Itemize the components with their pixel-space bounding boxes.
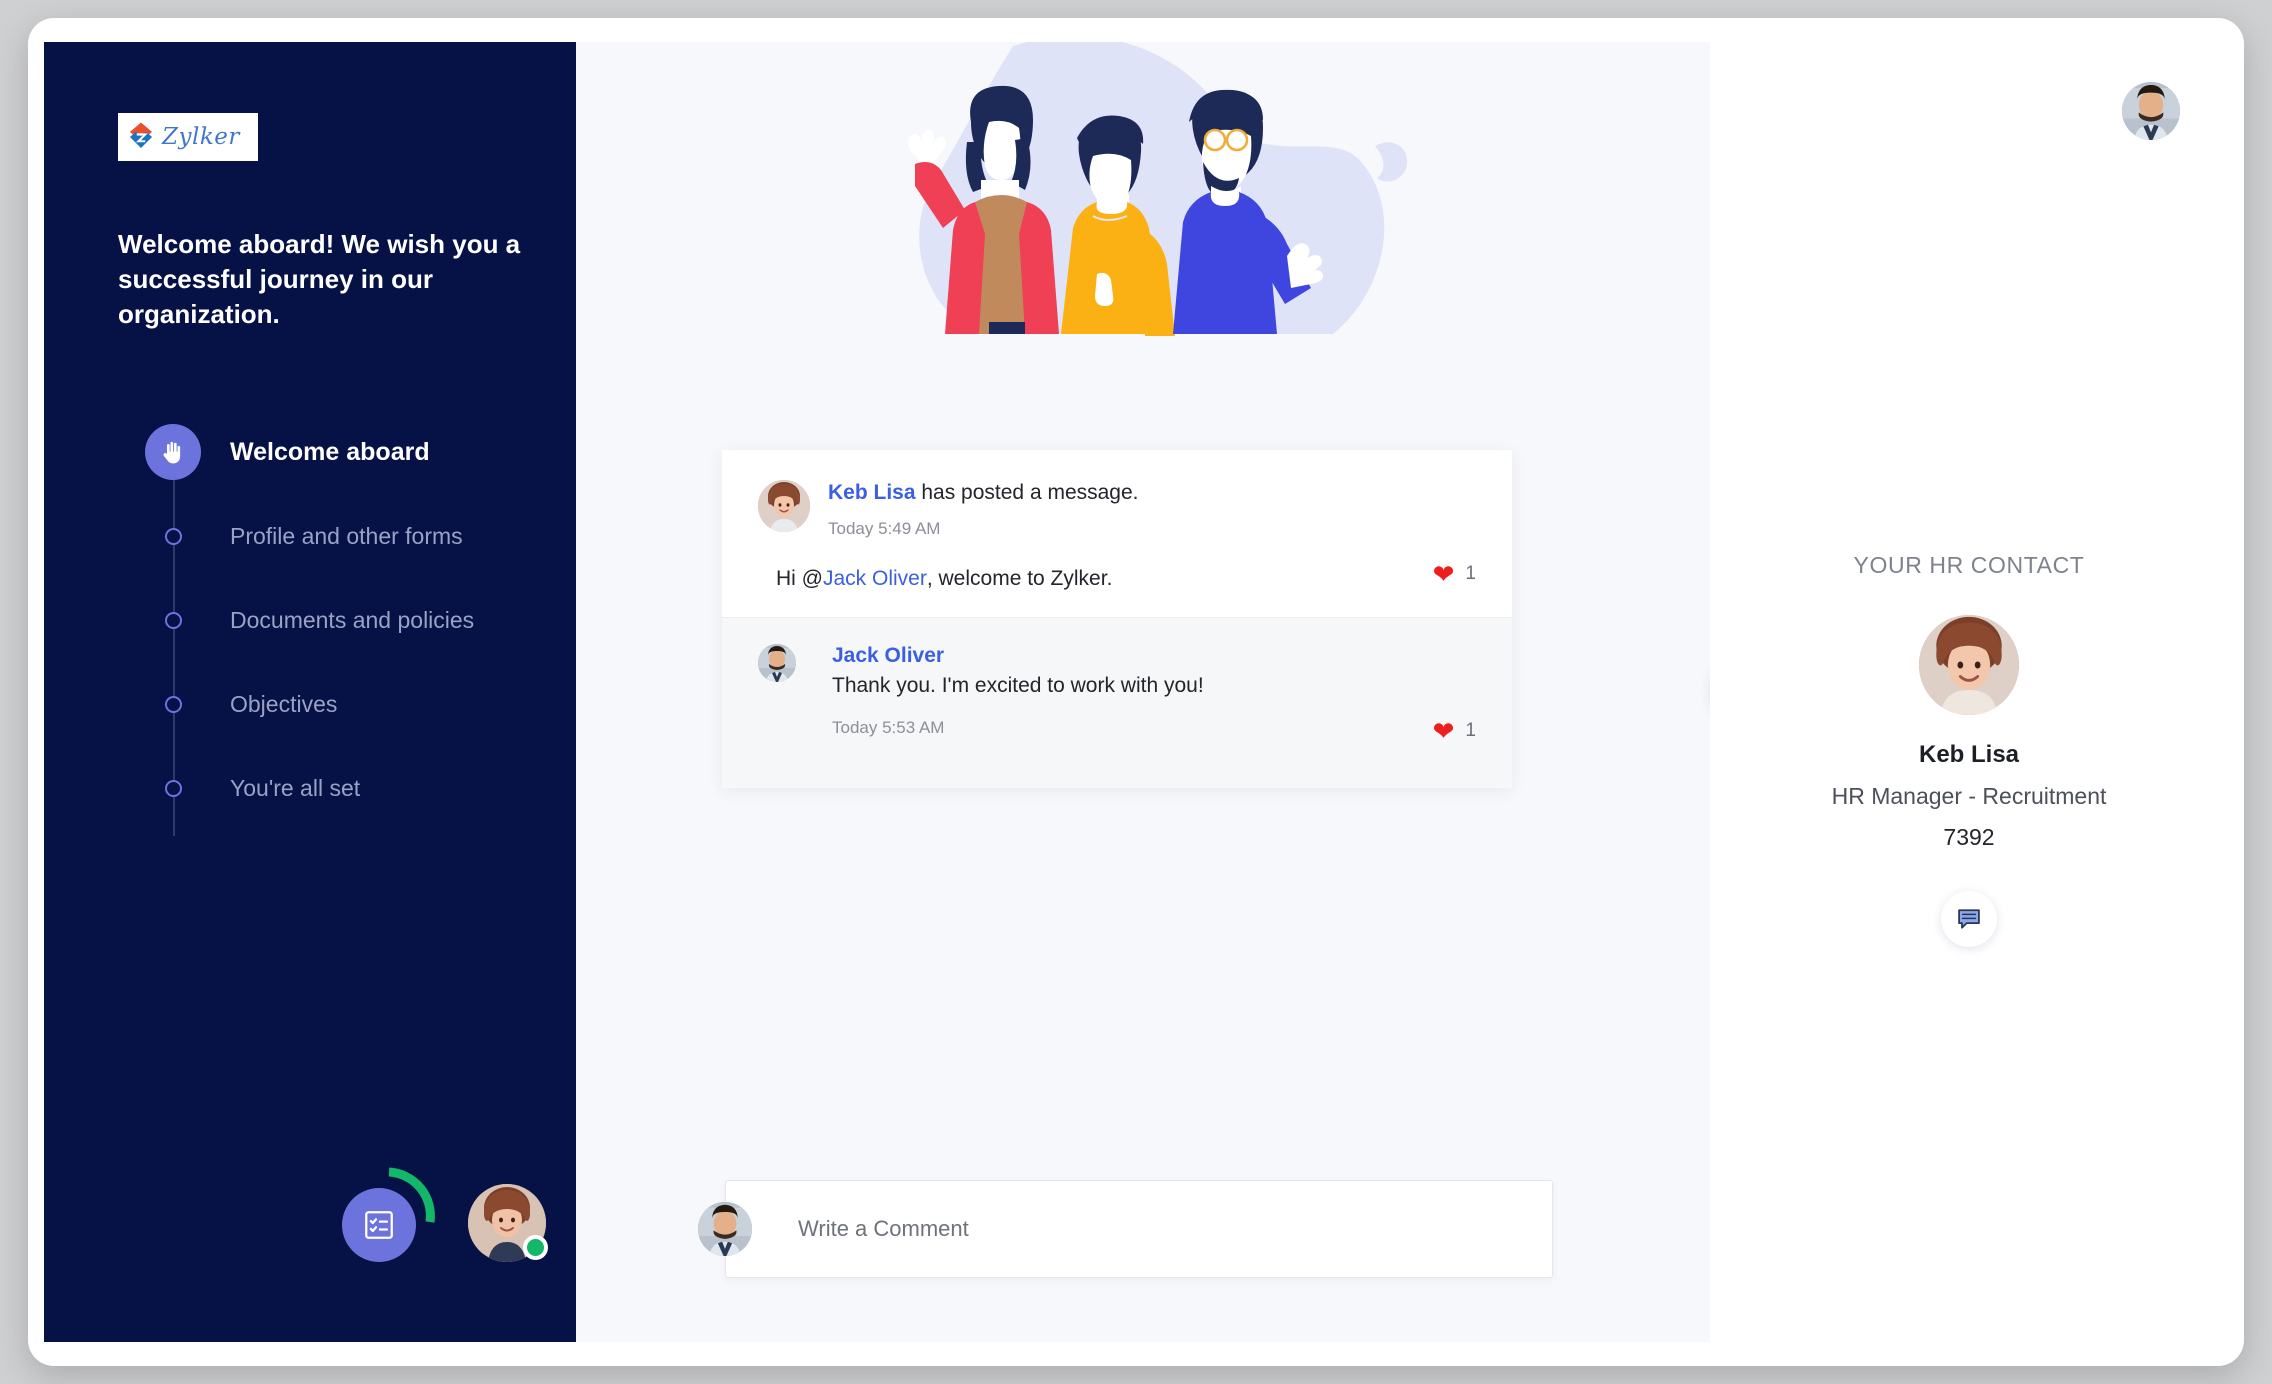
hr-contact-role: HR Manager - Recruitment	[1831, 783, 2107, 809]
reaction-count: 1	[1465, 563, 1476, 585]
right-panel: YOUR HR CONTACT Keb Lisa HR Manager - Re…	[1710, 42, 2228, 1342]
hr-contact-extension: 7392	[1943, 824, 1995, 850]
app-root: Zylker Welcome aboard! We wish you a suc…	[44, 42, 2228, 1342]
chat-bubble-icon[interactable]	[1941, 891, 1997, 947]
hr-contact-name: Keb Lisa	[1918, 741, 2020, 768]
main-content: Keb Lisa has posted a message. Today 5:4…	[576, 42, 1785, 1342]
app-window: Zylker Welcome aboard! We wish you a suc…	[28, 18, 2244, 1366]
avatar	[758, 480, 810, 532]
step-marker	[118, 695, 230, 713]
message-header: Jack Oliver Thank you. I'm excited to wo…	[758, 644, 1476, 738]
message-item: Jack Oliver Thank you. I'm excited to wo…	[722, 617, 1512, 789]
sidebar-item-documents-and-policies[interactable]: Documents and policies	[118, 578, 538, 662]
sidebar: Zylker Welcome aboard! We wish you a suc…	[44, 42, 576, 1342]
step-marker	[118, 779, 230, 797]
message-timestamp: Today 5:49 AM	[828, 519, 941, 539]
mention-link[interactable]: Jack Oliver	[823, 567, 927, 591]
message-body: Thank you. I'm excited to work with you!	[832, 674, 1204, 698]
sidebar-item-profile-and-other-forms[interactable]: Profile and other forms	[118, 494, 538, 578]
comment-input[interactable]	[798, 1216, 1552, 1242]
sidebar-item-youre-all-set[interactable]: You're all set	[118, 746, 538, 830]
message-header: Keb Lisa has posted a message. Today 5:4…	[758, 480, 1476, 539]
step-marker	[118, 424, 230, 480]
sidebar-user-avatar-wrap[interactable]	[468, 1184, 548, 1262]
sidebar-item-welcome-aboard[interactable]: Welcome aboard	[118, 410, 538, 494]
message-thread: Keb Lisa has posted a message. Today 5:4…	[722, 450, 1512, 789]
reaction-count: 1	[1465, 720, 1476, 742]
step-marker	[118, 527, 230, 545]
step-dot-icon	[165, 611, 182, 629]
comment-composer	[698, 1180, 1553, 1278]
avatar	[1919, 615, 2019, 715]
brand-name: Zylker	[162, 124, 240, 150]
comment-input-box[interactable]	[725, 1180, 1553, 1278]
message-body: Hi @ Jack Oliver, welcome to Zylker.	[758, 567, 1476, 591]
avatar	[698, 1202, 752, 1256]
brand-logo[interactable]: Zylker	[118, 113, 258, 161]
message-author[interactable]: Keb Lisa	[828, 481, 916, 504]
message-timestamp: Today 5:53 AM	[832, 718, 945, 738]
step-dot-icon	[165, 527, 182, 545]
checklist-progress-widget[interactable]	[342, 1166, 442, 1262]
reaction-group[interactable]: ❤ 1	[1433, 718, 1476, 744]
reply-content: Jack Oliver Thank you. I'm excited to wo…	[832, 644, 1204, 738]
hr-contact-card: YOUR HR CONTACT Keb Lisa HR Manager - Re…	[1710, 552, 2228, 947]
sidebar-item-label: Profile and other forms	[230, 522, 463, 549]
welcome-message: Welcome aboard! We wish you a successful…	[118, 229, 521, 330]
sidebar-footer	[342, 1166, 548, 1262]
sidebar-item-label: Objectives	[230, 690, 338, 717]
avatar	[758, 644, 796, 683]
online-status-indicator	[523, 1235, 548, 1260]
three-people-welcome-illustration	[908, 42, 1408, 336]
sidebar-item-label: Welcome aboard	[230, 437, 430, 466]
message-author[interactable]: Jack Oliver	[832, 644, 1204, 668]
sidebar-item-objectives[interactable]: Objectives	[118, 662, 538, 746]
sidebar-item-label: You're all set	[230, 774, 361, 801]
message-title-suffix: has posted a message.	[915, 481, 1139, 504]
checklist-icon	[342, 1188, 416, 1262]
heart-icon: ❤	[1432, 559, 1455, 590]
message-header-text: Keb Lisa has posted a message. Today 5:4…	[828, 480, 1139, 539]
step-marker	[118, 611, 230, 629]
step-dot-icon	[165, 779, 182, 797]
message-title: Keb Lisa has posted a message.	[828, 480, 1139, 505]
zylker-chevron-logo-icon	[129, 122, 153, 149]
message-body-suffix: , welcome to Zylker.	[926, 567, 1113, 591]
waving-hand-icon	[145, 424, 201, 480]
hr-contact-label: YOUR HR CONTACT	[1853, 552, 2085, 578]
reaction-group[interactable]: ❤ 1	[1433, 561, 1476, 587]
message-body-prefix: Hi @	[776, 567, 823, 591]
onboarding-steps: Welcome aboard Profile and other forms D…	[118, 410, 538, 836]
heart-icon: ❤	[1432, 716, 1455, 747]
step-dot-icon	[165, 695, 182, 713]
avatar[interactable]	[2122, 82, 2180, 140]
sidebar-item-label: Documents and policies	[230, 606, 475, 633]
message-item: Keb Lisa has posted a message. Today 5:4…	[722, 450, 1512, 617]
